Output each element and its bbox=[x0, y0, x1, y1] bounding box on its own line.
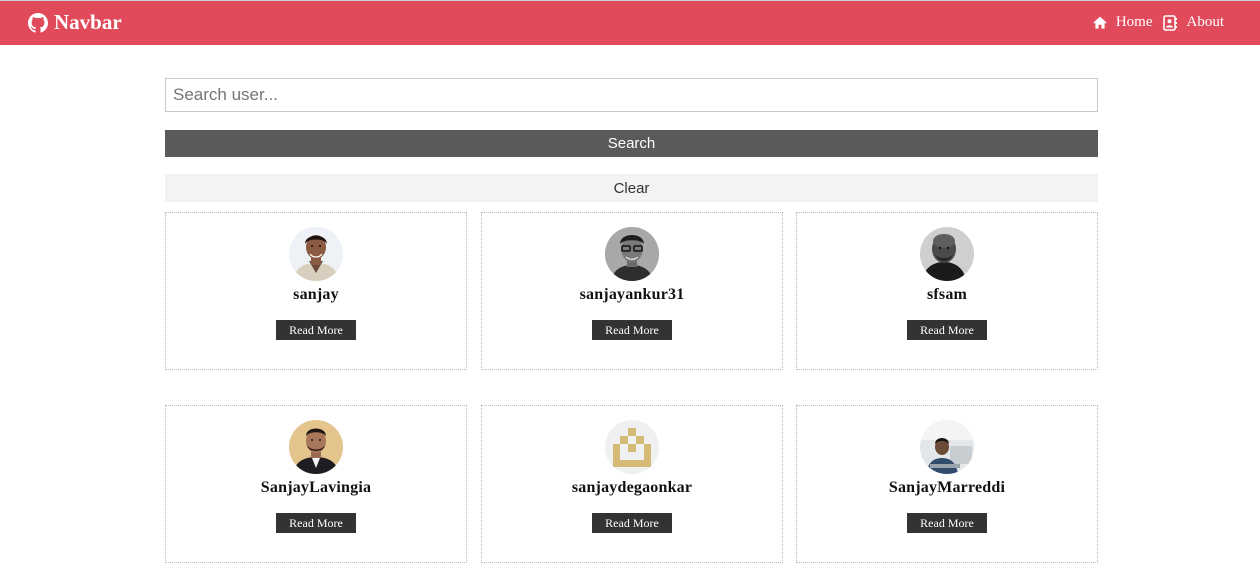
nav-about-link[interactable]: About bbox=[1162, 14, 1225, 31]
user-card: sanjaydegaonkar Read More bbox=[481, 405, 783, 563]
username: sanjaydegaonkar bbox=[571, 479, 693, 496]
user-card: sfsam Read More bbox=[796, 212, 1098, 370]
read-more-button[interactable]: Read More bbox=[592, 320, 672, 340]
user-card: sanjayankur31 Read More bbox=[481, 212, 783, 370]
read-more-button[interactable]: Read More bbox=[592, 513, 672, 533]
username: SanjayLavingia bbox=[260, 479, 372, 496]
username: sfsam bbox=[926, 286, 968, 303]
contact-card-icon bbox=[1162, 14, 1178, 31]
user-card: SanjayLavingia Read More bbox=[165, 405, 467, 563]
clear-button[interactable]: Clear bbox=[165, 174, 1098, 202]
user-card: sanjay Read More bbox=[165, 212, 467, 370]
search-button[interactable]: Search bbox=[165, 130, 1098, 157]
about-link-label: About bbox=[1186, 14, 1225, 30]
nav-home-link[interactable]: Home bbox=[1093, 14, 1153, 31]
brand-title: Navbar bbox=[54, 10, 122, 34]
avatar bbox=[920, 420, 974, 474]
username: sanjayankur31 bbox=[579, 286, 685, 303]
navbar-brand[interactable]: Navbar bbox=[28, 10, 122, 35]
user-card: SanjayMarreddi Read More bbox=[796, 405, 1098, 563]
github-icon bbox=[28, 12, 48, 33]
home-icon bbox=[1093, 16, 1107, 29]
read-more-button[interactable]: Read More bbox=[907, 320, 987, 340]
username: SanjayMarreddi bbox=[888, 479, 1006, 496]
search-input[interactable] bbox=[165, 78, 1098, 112]
nav-links: Home About bbox=[1093, 14, 1224, 31]
read-more-button[interactable]: Read More bbox=[276, 513, 356, 533]
read-more-button[interactable]: Read More bbox=[276, 320, 356, 340]
avatar bbox=[289, 227, 343, 281]
avatar bbox=[605, 420, 659, 474]
avatar bbox=[605, 227, 659, 281]
read-more-button[interactable]: Read More bbox=[907, 513, 987, 533]
avatar bbox=[289, 420, 343, 474]
navbar: Navbar Home About bbox=[0, 0, 1260, 45]
home-link-label: Home bbox=[1115, 14, 1153, 30]
username: sanjay bbox=[293, 286, 339, 303]
avatar bbox=[920, 227, 974, 281]
